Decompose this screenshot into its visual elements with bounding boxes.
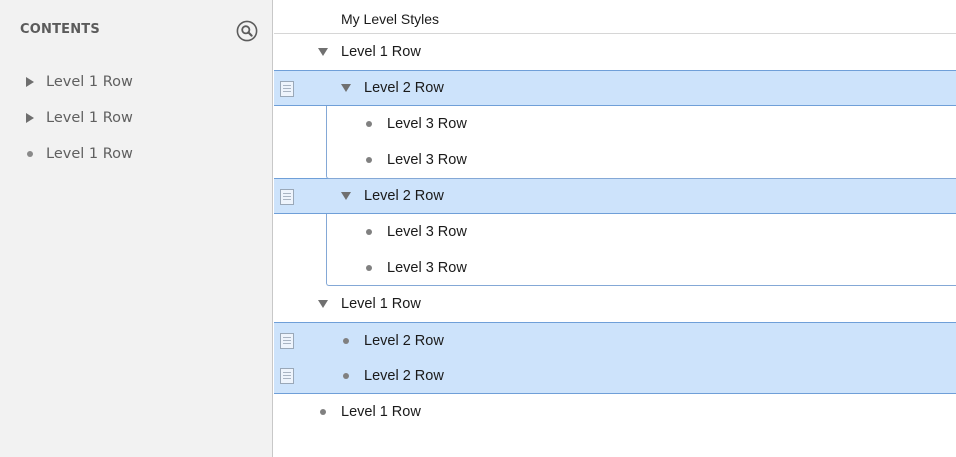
child-group-bracket (326, 106, 956, 179)
sidebar-list: Level 1 Row Level 1 Row Level 1 Row (0, 64, 272, 172)
sidebar-item-level-1-row[interactable]: Level 1 Row (0, 100, 272, 136)
disclosure-triangle-down-icon[interactable] (339, 71, 353, 105)
note-icon[interactable] (280, 368, 294, 384)
bullet-dot-icon (316, 394, 330, 430)
row-text[interactable]: Level 2 Row (364, 323, 444, 358)
row-text[interactable]: Level 1 Row (341, 286, 421, 322)
magnifier-circle-icon (236, 20, 258, 42)
outline-row-level-1[interactable]: Level 1 Row (274, 394, 956, 430)
note-icon[interactable] (280, 189, 294, 205)
disclosure-triangle-down-icon[interactable] (316, 34, 330, 70)
sidebar-item-label: Level 1 Row (46, 74, 133, 90)
bullet-dot-icon (26, 151, 40, 157)
row-text[interactable]: Level 2 Row (364, 358, 444, 393)
outline-row-level-2[interactable]: Level 2 Row (274, 178, 956, 214)
sidebar-item-label: Level 1 Row (46, 110, 133, 126)
note-icon[interactable] (280, 81, 294, 97)
bullet-dot-icon (339, 358, 353, 393)
row-text[interactable]: Level 2 Row (364, 71, 444, 105)
row-text[interactable]: Level 1 Row (341, 394, 421, 430)
search-button[interactable] (236, 20, 258, 42)
outline-editor[interactable]: My Level Styles Level 1 Row Level 2 Row … (274, 0, 956, 457)
sidebar-item-level-1-row[interactable]: Level 1 Row (0, 136, 272, 172)
disclosure-triangle-down-icon[interactable] (316, 286, 330, 322)
outline-row-level-2[interactable]: Level 2 Row (274, 70, 956, 106)
outline-title[interactable]: My Level Styles (341, 11, 439, 27)
outline-row-level-2[interactable]: Level 2 Row (274, 358, 956, 394)
row-text[interactable]: Level 1 Row (341, 34, 421, 70)
disclosure-triangle-down-icon[interactable] (339, 179, 353, 213)
bullet-dot-icon (339, 323, 353, 358)
note-icon[interactable] (280, 333, 294, 349)
sidebar: CONTENTS Level 1 Row Level 1 Row Level 1… (0, 0, 273, 457)
outline-row-level-2[interactable]: Level 2 Row (274, 322, 956, 358)
sidebar-header: CONTENTS (20, 22, 100, 37)
row-text[interactable]: Level 2 Row (364, 179, 444, 213)
outline-row-level-1[interactable]: Level 1 Row (274, 34, 956, 70)
disclosure-triangle-right-icon[interactable] (26, 77, 40, 87)
outline-row-level-1[interactable]: Level 1 Row (274, 286, 956, 322)
sidebar-item-level-1-row[interactable]: Level 1 Row (0, 64, 272, 100)
child-group-bracket (326, 214, 956, 286)
sidebar-item-label: Level 1 Row (46, 146, 133, 162)
disclosure-triangle-right-icon[interactable] (26, 113, 40, 123)
